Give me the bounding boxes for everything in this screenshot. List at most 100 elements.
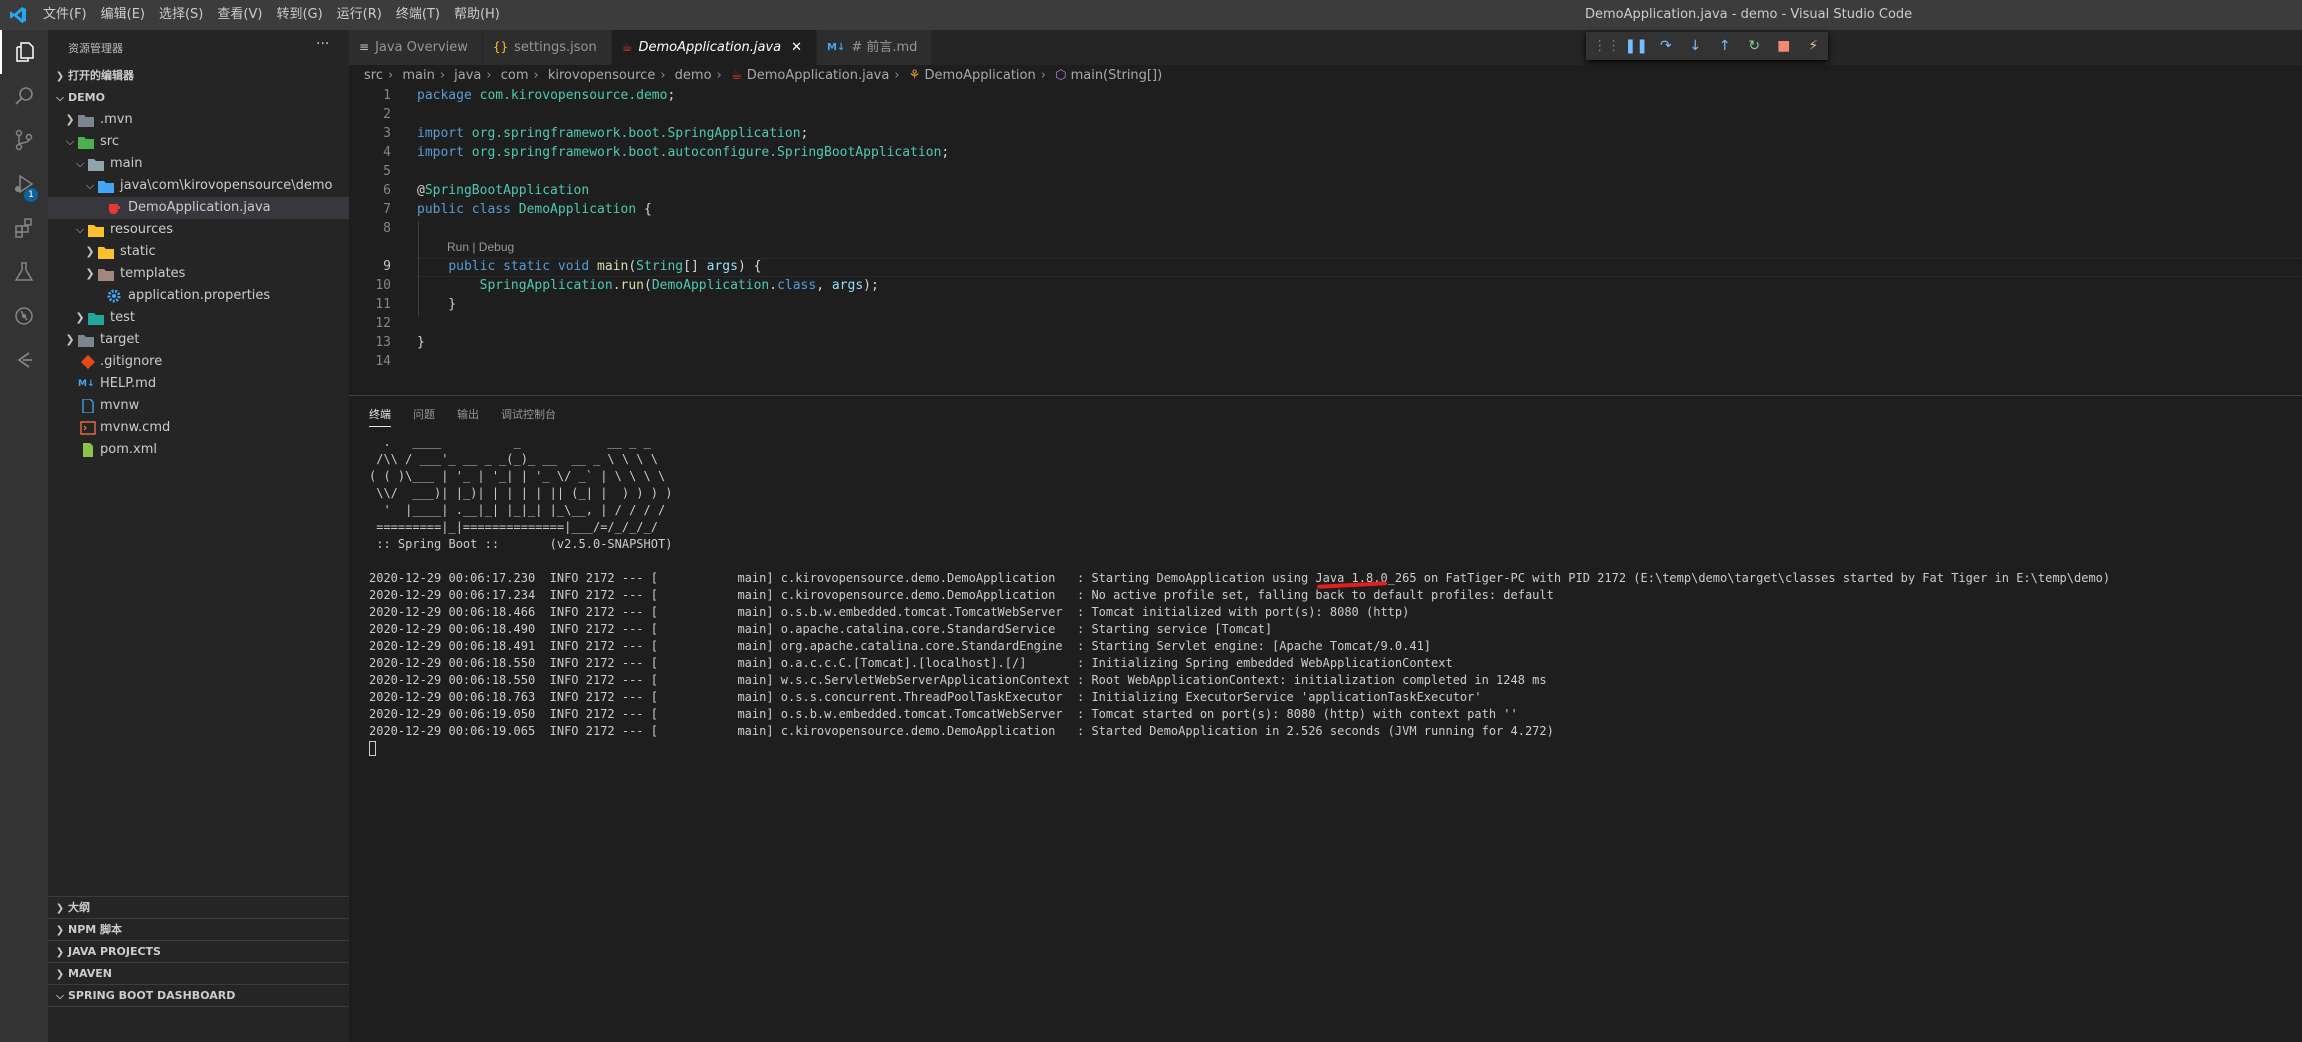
- menu-view[interactable]: 查看(V): [210, 0, 269, 30]
- terminal-line: 2020-12-29 00:06:17.234 INFO 2172 --- [ …: [369, 588, 1554, 602]
- code-line: SpringApplication.run(DemoApplication.cl…: [479, 278, 879, 293]
- npm-scripts-section[interactable]: ❯ NPM 脚本: [48, 919, 349, 941]
- bottom-panel: 终端 问题 输出 调试控制台 . ____ _ __ _ _ /\\ / ___…: [349, 395, 2302, 1042]
- open-editors-section[interactable]: ❯ 打开的编辑器: [48, 65, 349, 87]
- folder-icon: [88, 159, 104, 171]
- line-number: 1: [383, 88, 391, 103]
- breadcrumb-item[interactable]: DemoApplication.java: [747, 68, 890, 83]
- menu-run[interactable]: 运行(R): [330, 0, 389, 30]
- stop-icon[interactable]: ■: [1769, 38, 1799, 54]
- menu-terminal[interactable]: 终端(T): [389, 0, 447, 30]
- chevron-down-icon: ⌵: [56, 991, 64, 1002]
- step-over-icon[interactable]: ↷: [1651, 38, 1681, 54]
- tree-item-mvnw[interactable]: mvnw: [48, 395, 349, 417]
- code-line: import org.springframework.boot.SpringAp…: [417, 126, 809, 141]
- breadcrumb-item[interactable]: main: [402, 68, 434, 83]
- java-file-icon: ☕: [621, 40, 633, 54]
- step-out-icon[interactable]: ↑: [1710, 38, 1740, 54]
- tab-output[interactable]: 输出: [457, 406, 479, 427]
- tree-item-gitignore[interactable]: .gitignore: [48, 351, 349, 373]
- run-debug-icon[interactable]: 1: [0, 162, 48, 206]
- codelens-run-debug[interactable]: Run | Debug: [447, 240, 514, 254]
- step-into-icon[interactable]: ↓: [1681, 38, 1711, 54]
- tab-demoapplication-java[interactable]: ☕ DemoApplication.java ✕: [611, 30, 818, 65]
- menu-selection[interactable]: 选择(S): [152, 0, 210, 30]
- tree-item-main[interactable]: ⌵ main: [48, 153, 349, 175]
- terminal-line: 2020-12-29 00:06:18.490 INFO 2172 --- [ …: [369, 622, 1273, 636]
- breadcrumb-item[interactable]: demo: [675, 68, 712, 83]
- breadcrumb-item[interactable]: java: [454, 68, 481, 83]
- terminal-line: . ____ _ __ _ _: [369, 435, 651, 449]
- tree-item-java-package[interactable]: ⌵ java\com\kirovopensource\demo: [48, 175, 349, 197]
- terminal-file-icon: [80, 421, 96, 435]
- tab-debug-console[interactable]: 调试控制台: [501, 406, 556, 427]
- breadcrumb-item[interactable]: com: [501, 68, 529, 83]
- terminal-output[interactable]: . ____ _ __ _ _ /\\ / ___'_ __ _ _(_)_ _…: [369, 434, 2110, 757]
- tab-terminal[interactable]: 终端: [369, 406, 391, 427]
- tree-item-mvn[interactable]: ❯ .mvn: [48, 109, 349, 131]
- tab-java-overview[interactable]: ≡ Java Overview: [349, 30, 483, 65]
- tree-item-help-md[interactable]: M↓ HELP.md: [48, 373, 349, 395]
- menu-edit[interactable]: 编辑(E): [94, 0, 152, 30]
- explorer-icon[interactable]: [0, 30, 48, 74]
- tree-item-mvnw-cmd[interactable]: mvnw.cmd: [48, 417, 349, 439]
- search-icon[interactable]: [0, 74, 48, 118]
- pause-icon[interactable]: ❚❚: [1622, 38, 1652, 54]
- chevron-right-icon: ›: [660, 68, 666, 83]
- restart-icon[interactable]: ↻: [1740, 38, 1770, 54]
- tree-item-static[interactable]: ❯ static: [48, 241, 349, 263]
- chevron-right-icon: ❯: [75, 311, 85, 324]
- tab-settings-json[interactable]: {} settings.json: [482, 30, 612, 65]
- explorer-sidebar: 资源管理器 ··· ❯ 打开的编辑器 ⌵ DEMO ❯ .mvn ⌵ src ⌵ main…: [48, 30, 349, 1042]
- line-number: 6: [383, 183, 391, 198]
- tab-preface-md[interactable]: M↓ # 前言.md: [817, 30, 933, 65]
- folder-src-icon: [78, 137, 94, 149]
- tree-item-test[interactable]: ❯ test: [48, 307, 349, 329]
- git-file-icon: [80, 355, 96, 369]
- close-icon[interactable]: ✕: [791, 30, 802, 65]
- breadcrumb-item[interactable]: DemoApplication: [924, 68, 1035, 83]
- source-control-icon[interactable]: [0, 118, 48, 162]
- editor-tabs: ≡ Java Overview {} settings.json ☕ DemoAppl…: [349, 30, 2302, 65]
- tree-item-demoapplication[interactable]: DemoApplication.java: [48, 197, 349, 219]
- line-number: 12: [375, 316, 391, 331]
- git-graph-icon[interactable]: [0, 294, 48, 338]
- method-icon: ⬡: [1055, 68, 1067, 83]
- menu-file[interactable]: 文件(F): [36, 0, 94, 30]
- chevron-down-icon: ⌵: [75, 223, 85, 236]
- tree-item-application-properties[interactable]: application.properties: [48, 285, 349, 307]
- extensions-icon[interactable]: [0, 206, 48, 250]
- line-number: 13: [375, 335, 391, 350]
- chevron-right-icon: ›: [1040, 68, 1046, 83]
- tree-item-templates[interactable]: ❯ templates: [48, 263, 349, 285]
- workspace-root[interactable]: ⌵ DEMO: [48, 87, 349, 109]
- gear-icon: [107, 289, 121, 303]
- breadcrumb-item[interactable]: src: [364, 68, 383, 83]
- hot-code-replace-icon[interactable]: ⚡: [1799, 38, 1829, 54]
- remote-icon[interactable]: [0, 338, 48, 382]
- code-editor[interactable]: 1 2 3 4 5 6 7 8 9 10 11 12 13 14 package com.kirovope…: [349, 87, 2302, 395]
- outline-section[interactable]: ❯ 大纲: [48, 897, 349, 919]
- line-number: 3: [383, 126, 391, 141]
- sidebar-title: 资源管理器: [68, 42, 123, 55]
- chevron-right-icon: ❯: [55, 947, 65, 958]
- tab-problems[interactable]: 问题: [413, 406, 435, 427]
- menu-bar: 文件(F) 编辑(E) 选择(S) 查看(V) 转到(G) 运行(R) 终端(T…: [36, 0, 507, 30]
- tree-item-target[interactable]: ❯ target: [48, 329, 349, 351]
- java-projects-section[interactable]: ❯ JAVA PROJECTS: [48, 941, 349, 963]
- menu-help[interactable]: 帮助(H): [447, 0, 507, 30]
- chevron-right-icon: ❯: [55, 71, 65, 82]
- more-actions-icon[interactable]: ···: [316, 36, 329, 52]
- maven-section[interactable]: ❯ MAVEN: [48, 963, 349, 985]
- tree-item-src[interactable]: ⌵ src: [48, 131, 349, 153]
- tree-item-resources[interactable]: ⌵ resources: [48, 219, 349, 241]
- breadcrumb-item[interactable]: main(String[]): [1071, 68, 1163, 83]
- chevron-right-icon: ❯: [85, 267, 95, 280]
- breadcrumb-item[interactable]: kirovopensource: [548, 68, 655, 83]
- spring-boot-dashboard-section[interactable]: ⌵ SPRING BOOT DASHBOARD: [48, 985, 349, 1007]
- drag-handle-icon[interactable]: ⋮⋮: [1592, 38, 1622, 54]
- tree-item-pom-xml[interactable]: pom.xml: [48, 439, 349, 461]
- menu-goto[interactable]: 转到(G): [269, 0, 329, 30]
- testing-icon[interactable]: [0, 250, 48, 294]
- chevron-right-icon: ›: [533, 68, 539, 83]
